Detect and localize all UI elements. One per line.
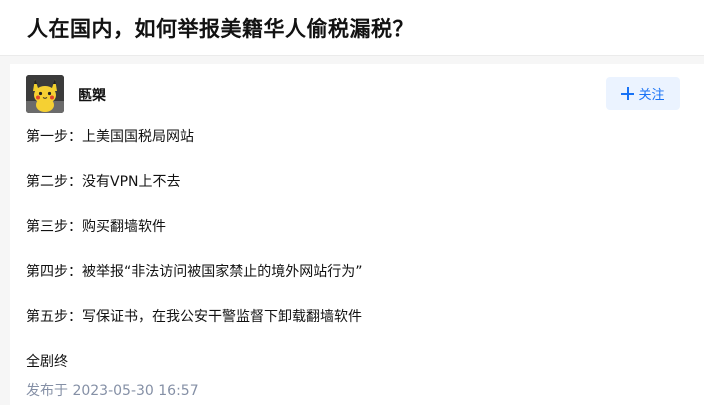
pikachu-avatar-icon: [26, 75, 64, 113]
publish-time[interactable]: 发布于 2023-05-30 16:57: [26, 380, 199, 400]
author-avatar[interactable]: [26, 75, 64, 113]
question-header: 人在国内，如何举报美籍华人偷税漏税？: [0, 0, 704, 56]
answer-paragraph: 第一步：上美国国税局网站: [26, 129, 194, 145]
plus-icon: [621, 87, 635, 100]
follow-button-label: 关注: [638, 88, 665, 103]
answer-paragraph: 第四步：被举报“非法访问被国家禁止的境外网站行为”: [26, 264, 363, 280]
answer-card: 匦槊 关注 第一步：上美国国税局网站 第二步：没有VPN上不去 第三步：购买翻墙…: [10, 64, 704, 405]
answer-paragraph: 第五步：写保证书，在我公安干警监督下卸载翻墙软件: [26, 309, 362, 325]
follow-button[interactable]: 关注: [606, 77, 680, 110]
question-title[interactable]: 人在国内，如何举报美籍华人偷税漏税？: [27, 13, 414, 43]
answer-paragraph: 第二步：没有VPN上不去: [26, 174, 181, 190]
author-name[interactable]: 匦槊: [78, 85, 106, 105]
answer-paragraph: 全剧终: [26, 354, 68, 370]
answer-paragraph: 第三步：购买翻墙软件: [26, 219, 166, 235]
